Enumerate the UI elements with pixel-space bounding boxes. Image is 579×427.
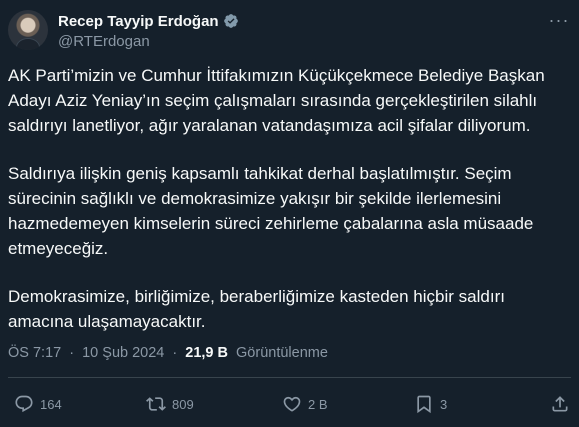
tweet-date[interactable]: 10 Şub 2024	[82, 345, 164, 361]
meta-separator: ·	[69, 345, 75, 361]
action-bar: 164 809 2 B 3	[8, 392, 571, 416]
like-button[interactable]: 2 B	[282, 392, 328, 416]
avatar[interactable]	[8, 10, 48, 50]
share-button[interactable]	[550, 392, 570, 416]
views-label[interactable]: Görüntülenme	[236, 345, 328, 361]
reply-count: 164	[40, 396, 62, 412]
tweet-paragraph: Saldırıya ilişkin geniş kapsamlı tahkika…	[8, 164, 534, 258]
tweet-text: AK Parti’mizin ve Cumhur İttifakımızın K…	[8, 63, 568, 357]
tweet-paragraph: Demokrasimize, birliğimize, beraberliğim…	[8, 287, 505, 331]
tweet-time[interactable]: ÖS 7:17	[8, 345, 61, 361]
bookmark-icon	[414, 394, 434, 414]
share-icon	[550, 394, 570, 414]
like-icon	[282, 394, 302, 414]
tweet-paragraph: AK Parti’mizin ve Cumhur İttifakımızın K…	[8, 66, 545, 135]
bookmark-count: 3	[440, 396, 448, 412]
display-name[interactable]: Recep Tayyip Erdoğan	[58, 13, 219, 30]
verified-badge-icon[interactable]	[223, 13, 239, 29]
meta-separator: ·	[172, 345, 178, 361]
author-handle[interactable]: @RTErdogan	[58, 33, 239, 50]
divider	[8, 377, 571, 378]
reply-icon	[14, 394, 34, 414]
bookmark-button[interactable]: 3	[414, 392, 447, 416]
reply-button[interactable]: 164	[14, 392, 62, 416]
display-name-row: Recep Tayyip Erdoğan	[58, 11, 239, 31]
retweet-button[interactable]: 809	[146, 392, 194, 416]
views-count[interactable]: 21,9 B	[185, 345, 228, 361]
retweet-count: 809	[172, 396, 194, 412]
like-count: 2 B	[308, 396, 328, 412]
retweet-icon	[146, 394, 166, 414]
more-options-icon[interactable]: ···	[547, 10, 571, 30]
tweet-meta: ÖS 7:17 · 10 Şub 2024 · 21,9 B Görüntüle…	[8, 345, 328, 361]
author-names: Recep Tayyip Erdoğan @RTErdogan	[58, 11, 239, 50]
tweet-header: Recep Tayyip Erdoğan @RTErdogan ···	[8, 8, 571, 52]
tweet-card: Recep Tayyip Erdoğan @RTErdogan ··· AK P…	[0, 0, 579, 427]
